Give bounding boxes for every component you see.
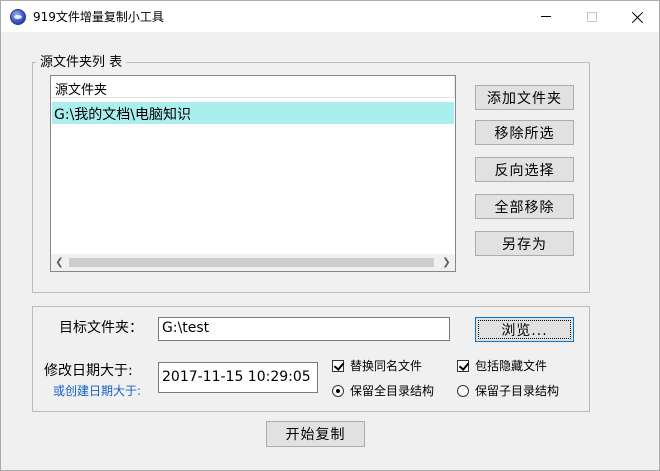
replace-same-name-checkbox[interactable]: 替换同名文件 xyxy=(332,357,422,374)
browse-button[interactable]: 浏览... xyxy=(475,317,574,342)
app-window: 919文件增量复制小工具 源文件夹列 表 源文件夹 G:\我的文档\电脑知识 ❮… xyxy=(0,0,660,471)
close-button[interactable] xyxy=(615,1,660,32)
remove-all-button[interactable]: 全部移除 xyxy=(475,194,574,219)
checkbox-checked-icon[interactable] xyxy=(457,359,469,372)
app-globe-icon xyxy=(10,9,26,25)
scrollbar-thumb[interactable] xyxy=(69,258,434,267)
list-item[interactable]: G:\我的文档\电脑知识 xyxy=(52,102,454,124)
column-divider[interactable] xyxy=(454,76,455,98)
keep-full-structure-label: 保留全目录结构 xyxy=(350,384,435,398)
created-date-label: 或创建日期大于: xyxy=(53,384,142,398)
list-header-source-folder[interactable]: 源文件夹 xyxy=(51,76,455,98)
add-folder-button[interactable]: 添加文件夹 xyxy=(475,85,574,110)
modified-date-label: 修改日期大于: xyxy=(44,363,133,379)
radio-selected-icon[interactable] xyxy=(332,384,344,397)
target-folder-label: 目标文件夹： xyxy=(59,320,143,336)
source-group-title: 源文件夹列 表 xyxy=(36,51,127,70)
close-icon xyxy=(632,11,644,23)
window-title: 919文件增量复制小工具 xyxy=(33,10,164,24)
minimize-button[interactable] xyxy=(523,1,569,32)
checkbox-checked-icon[interactable] xyxy=(332,359,344,372)
include-hidden-checkbox[interactable]: 包括隐藏文件 xyxy=(457,357,547,374)
chevron-left-icon[interactable]: ❮ xyxy=(51,254,68,271)
radio-unselected-icon[interactable] xyxy=(457,384,469,397)
horizontal-scrollbar[interactable]: ❮ ❯ xyxy=(51,254,455,271)
remove-selected-button[interactable]: 移除所选 xyxy=(475,120,574,145)
keep-full-structure-radio[interactable]: 保留全目录结构 xyxy=(332,382,434,399)
chevron-right-icon[interactable]: ❯ xyxy=(438,254,455,271)
invert-selection-button[interactable]: 反向选择 xyxy=(475,157,574,182)
start-copy-button[interactable]: 开始复制 xyxy=(266,421,365,447)
title-bar[interactable]: 919文件增量复制小工具 xyxy=(1,1,659,32)
minimize-icon xyxy=(541,16,551,17)
source-folder-list[interactable]: 源文件夹 G:\我的文档\电脑知识 ❮ ❯ xyxy=(50,75,456,272)
target-folder-input[interactable]: G:\test xyxy=(158,317,450,341)
date-time-input[interactable]: 2017-11-15 10:29:05 xyxy=(158,362,318,393)
keep-sub-structure-label: 保留子目录结构 xyxy=(475,384,560,398)
replace-same-name-label: 替换同名文件 xyxy=(350,359,423,373)
maximize-button[interactable] xyxy=(569,1,615,32)
maximize-icon xyxy=(587,11,597,22)
save-as-button[interactable]: 另存为 xyxy=(475,231,574,256)
include-hidden-label: 包括隐藏文件 xyxy=(475,359,548,373)
keep-sub-structure-radio[interactable]: 保留子目录结构 xyxy=(457,382,559,399)
